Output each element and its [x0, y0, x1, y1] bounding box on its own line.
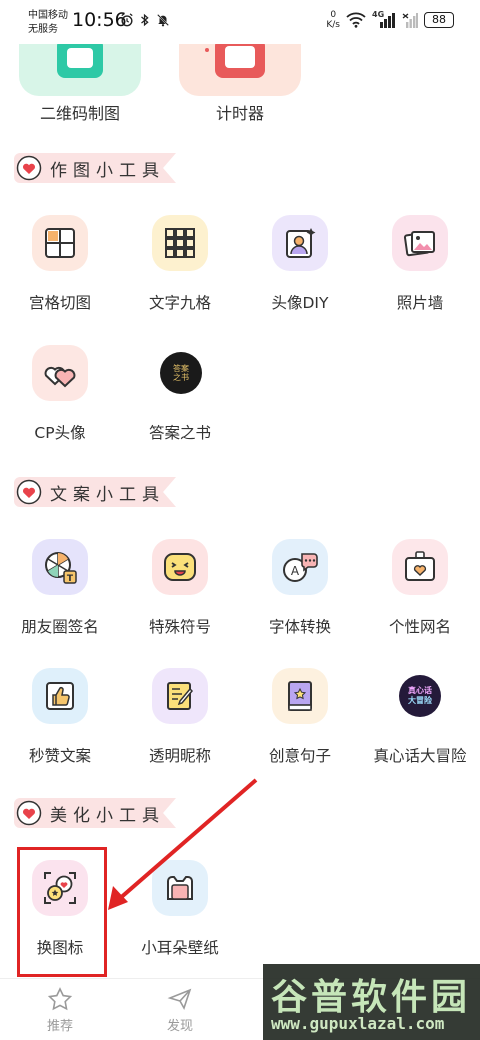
font-convert-icon: A [272, 539, 328, 595]
status-bar: 中国移动 无服务 10:56 0 K/s 4G 88 [0, 0, 480, 44]
tool-cp-avatar[interactable]: CP头像 [0, 345, 120, 455]
moments-signature-icon: T [32, 539, 88, 595]
tool-grid-cut[interactable]: 宫格切图 [0, 215, 120, 325]
heart-badge-icon [16, 155, 42, 181]
tool-ear-wallpaper[interactable]: 小耳朵壁纸 [120, 860, 240, 970]
net-speed-unit: K/s [326, 20, 340, 30]
service-status: 无服务 [28, 24, 58, 35]
cp-avatar-icon [32, 345, 88, 401]
tool-nickname[interactable]: 个性网名 [360, 539, 480, 649]
battery-indicator: 88 [424, 12, 454, 28]
tool-avatar-diy[interactable]: 头像DIY [240, 215, 360, 325]
tool-photo-wall[interactable]: 照片墙 [360, 215, 480, 325]
svg-text:A: A [291, 564, 300, 578]
tool-label: 朋友圈签名 [21, 618, 99, 636]
wifi-icon [346, 12, 366, 28]
grid-cut-icon [32, 215, 88, 271]
tool-moments-signature[interactable]: T 朋友圈签名 [0, 539, 120, 649]
truth-or-dare-icon: 真心话 大冒险 [399, 675, 441, 717]
avatar-diy-icon [272, 215, 328, 271]
nickname-icon [392, 539, 448, 595]
tool-label: 小耳朵壁纸 [141, 939, 219, 957]
transparent-nickname-icon [152, 668, 208, 724]
tool-creative-sentence[interactable]: 创意句子 [240, 668, 360, 778]
photo-wall-icon [392, 215, 448, 271]
nav-label: 发现 [166, 1019, 193, 1034]
tool-label: 透明昵称 [148, 747, 211, 765]
section-title: 作图小工具 [50, 160, 165, 181]
like-copy-icon [32, 668, 88, 724]
tool-answer-book[interactable]: 答案之书 答案之书 [120, 345, 240, 455]
tool-label: 答案之书 [148, 424, 211, 442]
watermark-title: 谷普软件园 [271, 977, 472, 1018]
tool-truth-or-dare[interactable]: 真心话 大冒险 真心话大冒险 [360, 668, 480, 778]
special-symbol-icon [152, 539, 208, 595]
tool-transparent-nickname[interactable]: 透明昵称 [120, 668, 240, 778]
heart-badge-icon [16, 479, 42, 505]
tool-font-convert[interactable]: A 字体转换 [240, 539, 360, 649]
tool-label: 秒赞文案 [28, 747, 91, 765]
truth-dare-badge-line1: 真心话 [408, 686, 432, 695]
star-icon [47, 987, 73, 1011]
highlight-box [17, 847, 107, 977]
watermark-url: www.gupuxlazal.com [271, 1014, 445, 1033]
tool-label: 个性网名 [388, 618, 451, 636]
network-speed: 0 K/s [326, 10, 340, 30]
network-type: 4G [372, 10, 385, 19]
carrier-name: 中国移动 [28, 10, 68, 21]
section-header-drawing: 作图小工具 [14, 153, 176, 183]
tool-label: 文字九格 [148, 294, 211, 312]
bluetooth-icon [141, 13, 149, 27]
section-title: 美化小工具 [50, 805, 165, 826]
section-header-copywriting: 文案小工具 [14, 477, 176, 507]
cellular-signal: 4G [372, 10, 396, 28]
nav-tab-discover[interactable]: 发现 [150, 987, 210, 1034]
tool-special-symbol[interactable]: 特殊符号 [120, 539, 240, 649]
tool-label: 字体转换 [268, 618, 331, 636]
tool-label: 真心话大冒险 [373, 747, 467, 765]
heart-badge-icon [16, 800, 42, 826]
section-header-beautify: 美化小工具 [14, 798, 176, 828]
net-speed-value: 0 [330, 10, 337, 20]
watermark: 谷普软件园 www.gupuxlazal.com [263, 964, 480, 1040]
tool-label: 特殊符号 [148, 618, 211, 636]
tool-label: 头像DIY [271, 294, 329, 312]
svg-text:T: T [67, 574, 74, 584]
send-icon [167, 988, 192, 1010]
tool-like-copy[interactable]: 秒赞文案 [0, 668, 120, 778]
carrier-info: 中国移动 无服务 [28, 9, 68, 37]
nav-tab-recommend[interactable]: 推荐 [30, 987, 90, 1034]
truth-dare-badge-line2: 大冒险 [408, 696, 432, 705]
clock: 10:56 [72, 9, 127, 31]
tool-label: 照片墙 [396, 294, 444, 312]
text-grid-icon [152, 215, 208, 271]
tool-label: 创意句子 [268, 747, 331, 765]
nav-label: 推荐 [46, 1019, 73, 1034]
alarm-icon [121, 13, 133, 27]
creative-sentence-icon [272, 668, 328, 724]
tool-label: 计时器 [215, 104, 264, 123]
mute-bell-icon [157, 14, 169, 27]
tool-label: 二维码制图 [39, 104, 120, 123]
signal-nosim-icon [402, 13, 418, 28]
answer-book-badge-text: 答案之书 [173, 364, 189, 382]
section-title: 文案小工具 [50, 484, 165, 505]
tool-label: 宫格切图 [28, 294, 91, 312]
ear-wallpaper-icon [152, 860, 208, 916]
tool-label: CP头像 [34, 424, 86, 442]
answer-book-icon: 答案之书 [160, 352, 202, 394]
tool-text-grid[interactable]: 文字九格 [120, 215, 240, 325]
